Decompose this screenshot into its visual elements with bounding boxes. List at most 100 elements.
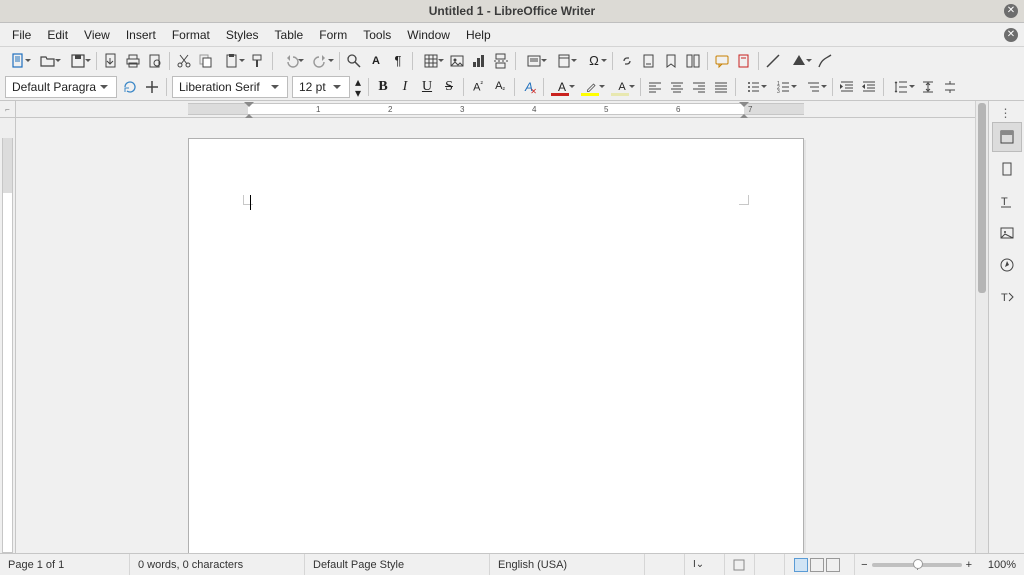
- zoom-in-button[interactable]: +: [966, 559, 972, 571]
- page[interactable]: [188, 138, 804, 553]
- strikethrough-button[interactable]: S: [438, 76, 460, 98]
- spellcheck-button[interactable]: A: [365, 50, 387, 72]
- decrease-para-spacing-button[interactable]: [939, 76, 961, 98]
- insert-footnote-button[interactable]: [638, 50, 660, 72]
- new-document-button[interactable]: [3, 50, 33, 72]
- document-close-button[interactable]: ✕: [1004, 28, 1018, 42]
- sidebar-style-inspector-button[interactable]: T: [992, 282, 1022, 312]
- clone-formatting-button[interactable]: [247, 50, 269, 72]
- export-pdf-button[interactable]: [100, 50, 122, 72]
- increase-indent-button[interactable]: [836, 76, 858, 98]
- menu-edit[interactable]: Edit: [39, 25, 76, 45]
- insert-cross-reference-button[interactable]: [682, 50, 704, 72]
- basic-shapes-button[interactable]: [784, 50, 814, 72]
- subscript-button[interactable]: A²: [489, 76, 511, 98]
- track-changes-button[interactable]: [733, 50, 755, 72]
- menu-form[interactable]: Form: [311, 25, 355, 45]
- line-spacing-button[interactable]: [887, 76, 917, 98]
- print-button[interactable]: [122, 50, 144, 72]
- numbered-list-button[interactable]: 123: [769, 76, 799, 98]
- zoom-slider[interactable]: [872, 563, 962, 567]
- increase-para-spacing-button[interactable]: [917, 76, 939, 98]
- status-selection-mode[interactable]: I⌄: [685, 554, 725, 575]
- sidebar-styles-button[interactable]: T: [992, 186, 1022, 216]
- char-background-button[interactable]: A: [607, 76, 637, 98]
- undo-button[interactable]: [276, 50, 306, 72]
- zoom-slider-knob[interactable]: [913, 559, 923, 569]
- window-close-button[interactable]: ✕: [1004, 4, 1018, 18]
- outline-format-button[interactable]: [799, 76, 829, 98]
- superscript-button[interactable]: A²: [467, 76, 489, 98]
- vertical-ruler[interactable]: [0, 118, 16, 553]
- insert-hyperlink-button[interactable]: [616, 50, 638, 72]
- menu-tools[interactable]: Tools: [355, 25, 399, 45]
- menu-file[interactable]: File: [4, 25, 39, 45]
- status-page-style[interactable]: Default Page Style: [305, 554, 490, 575]
- insert-bookmark-button[interactable]: [660, 50, 682, 72]
- insert-page-break-button[interactable]: [490, 50, 512, 72]
- align-left-button[interactable]: [644, 76, 666, 98]
- copy-button[interactable]: [195, 50, 217, 72]
- menu-table[interactable]: Table: [267, 25, 312, 45]
- sidebar-navigator-button[interactable]: [992, 250, 1022, 280]
- paste-button[interactable]: [217, 50, 247, 72]
- paragraph-style-combo[interactable]: Default Paragraph: [5, 76, 117, 98]
- insert-table-button[interactable]: [416, 50, 446, 72]
- menu-format[interactable]: Format: [164, 25, 218, 45]
- insert-chart-button[interactable]: [468, 50, 490, 72]
- align-justify-button[interactable]: [710, 76, 732, 98]
- insert-line-button[interactable]: [762, 50, 784, 72]
- insert-comment-button[interactable]: [711, 50, 733, 72]
- insert-header-footer-button[interactable]: [549, 50, 579, 72]
- print-preview-button[interactable]: [144, 50, 166, 72]
- status-signature[interactable]: [725, 554, 755, 575]
- menu-window[interactable]: Window: [399, 25, 458, 45]
- formatting-marks-button[interactable]: ¶: [387, 50, 409, 72]
- status-zoom-percent[interactable]: 100%: [978, 554, 1024, 575]
- redo-button[interactable]: [306, 50, 336, 72]
- status-language[interactable]: English (USA): [490, 554, 645, 575]
- align-right-button[interactable]: [688, 76, 710, 98]
- font-name-combo[interactable]: Liberation Serif: [172, 76, 288, 98]
- sidebar-settings-button[interactable]: ⋮: [992, 105, 1022, 121]
- zoom-out-button[interactable]: −: [861, 559, 867, 571]
- status-page[interactable]: Page 1 of 1: [0, 554, 130, 575]
- menu-view[interactable]: View: [76, 25, 118, 45]
- underline-button[interactable]: U: [416, 76, 438, 98]
- bullet-list-button[interactable]: [739, 76, 769, 98]
- font-size-combo[interactable]: 12 pt: [292, 76, 350, 98]
- status-insert-mode[interactable]: [645, 554, 685, 575]
- align-center-button[interactable]: [666, 76, 688, 98]
- decrease-indent-button[interactable]: [858, 76, 880, 98]
- font-color-button[interactable]: A: [547, 76, 577, 98]
- insert-image-button[interactable]: [446, 50, 468, 72]
- find-replace-button[interactable]: [343, 50, 365, 72]
- italic-button[interactable]: I: [394, 76, 416, 98]
- sidebar-properties-button[interactable]: [992, 122, 1022, 152]
- decrease-font-size-button[interactable]: ▾: [353, 88, 363, 97]
- highlight-color-button[interactable]: [577, 76, 607, 98]
- bold-button[interactable]: B: [372, 76, 394, 98]
- menu-styles[interactable]: Styles: [218, 25, 267, 45]
- single-page-view-button[interactable]: [794, 558, 808, 572]
- book-view-button[interactable]: [826, 558, 840, 572]
- multi-page-view-button[interactable]: [810, 558, 824, 572]
- insert-special-char-button[interactable]: Ω: [579, 50, 609, 72]
- scrollbar-thumb[interactable]: [978, 103, 986, 293]
- horizontal-ruler[interactable]: 1 2 3 4 5 6 7: [16, 101, 975, 118]
- update-style-button[interactable]: [119, 76, 141, 98]
- status-word-count[interactable]: 0 words, 0 characters: [130, 554, 305, 575]
- show-draw-functions-button[interactable]: [814, 50, 836, 72]
- new-style-button[interactable]: [141, 76, 163, 98]
- menu-insert[interactable]: Insert: [118, 25, 164, 45]
- sidebar-gallery-button[interactable]: [992, 218, 1022, 248]
- menu-help[interactable]: Help: [458, 25, 499, 45]
- document-pane[interactable]: [16, 118, 975, 553]
- cut-button[interactable]: [173, 50, 195, 72]
- clear-formatting-button[interactable]: A✕: [518, 76, 540, 98]
- status-zoom-control[interactable]: − +: [855, 559, 978, 571]
- vertical-scrollbar[interactable]: [975, 101, 988, 553]
- insert-field-button[interactable]: [519, 50, 549, 72]
- open-button[interactable]: [33, 50, 63, 72]
- status-view-layout[interactable]: [785, 554, 855, 575]
